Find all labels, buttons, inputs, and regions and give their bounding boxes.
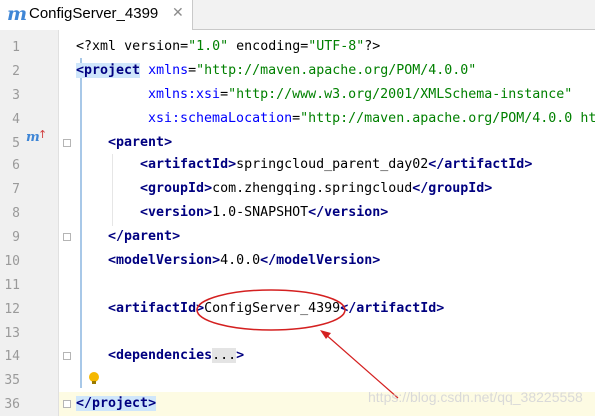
highlight-ellipse xyxy=(196,289,346,331)
annotation-overlay xyxy=(196,289,399,399)
watermark: https://blog.csdn.net/qq_38225558 xyxy=(368,389,583,405)
